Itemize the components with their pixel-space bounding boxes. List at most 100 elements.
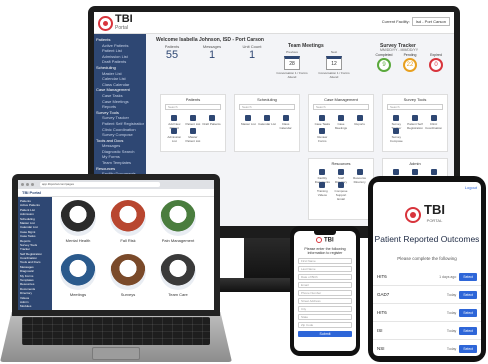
form-field[interactable]: Zip Code [298, 321, 352, 328]
form-field[interactable]: State [298, 313, 352, 320]
panel-shortcut[interactable]: Survey Compose [387, 127, 406, 143]
window-close-icon[interactable] [21, 183, 24, 186]
module-panel: Patients Search Add New PatientPatient Lis… [160, 94, 226, 152]
survey-tracker-item[interactable]: Completed 9 [372, 53, 396, 72]
stat-messages[interactable]: Messages 1 [192, 44, 232, 61]
form-field[interactable]: Email [298, 281, 352, 288]
panel-shortcut[interactable]: Admission List [165, 127, 184, 143]
stat-patients[interactable]: Patients 55 [152, 44, 192, 61]
panel-shortcut[interactable]: Resource Directory [350, 168, 369, 184]
panel-search-input[interactable]: Search [239, 104, 295, 110]
registration-fields: First Name Last Name Date of Birth Email Pho… [294, 257, 356, 328]
shortcut-label: Case Tasks [314, 122, 331, 126]
panel-shortcut[interactable]: Case Meetings [332, 114, 351, 130]
panel-shortcuts: Add New PatientPatient ListDraft Patient… [161, 112, 225, 143]
shortcut-label: Review Forms [317, 135, 328, 143]
panel-shortcut[interactable]: Staff Directory [332, 168, 351, 184]
shortcut-label: Survey Compose [389, 135, 403, 143]
phone-logo: TBI [294, 237, 356, 244]
panel-search-input[interactable]: Search [313, 104, 369, 110]
form-field[interactable]: First Name [298, 257, 352, 264]
panel-shortcut[interactable]: Class Calendar [276, 114, 295, 130]
module-panel: Survey Tools Search Survey TrackerPatient … [382, 94, 448, 152]
module-tile[interactable]: Fall Risk [106, 200, 150, 248]
tracker-label: Completed [375, 53, 393, 57]
survey-row: HIT6 1 days ago Select [373, 268, 481, 286]
shortcut-icon [319, 169, 326, 175]
submit-button[interactable]: Submit [298, 330, 352, 337]
form-field[interactable]: Street Address [298, 297, 352, 304]
survey-name: ISI [377, 328, 383, 333]
module-tile[interactable]: Surveys [106, 254, 150, 302]
window-minimize-icon[interactable] [26, 183, 29, 186]
shortcut-label: Clinic Coordination [425, 122, 443, 130]
form-field[interactable]: Date of Birth [298, 273, 352, 280]
shortcut-icon [208, 115, 215, 121]
survey-list: HIT6 1 days ago Select GAD7 Today Select HIT6 T… [373, 268, 481, 356]
panel-shortcut[interactable]: Training Videos [313, 181, 332, 197]
meeting-caption: Conversation 1 / Forms Attend [276, 71, 308, 79]
laptop-screen: app.tbiportal.com/pages TBI Portal Patie… [18, 180, 214, 310]
select-button[interactable]: Select [459, 290, 477, 299]
survey-tracker-item[interactable]: Expired 0 [424, 53, 448, 72]
panel-shortcut[interactable]: Patient List [184, 114, 203, 127]
shortcut-icon [245, 115, 252, 121]
select-button[interactable]: Select [459, 308, 477, 317]
module-tile[interactable]: Pain Management [156, 200, 200, 248]
panel-shortcut[interactable]: Case Tasks [313, 114, 332, 127]
laptop-sidebar: Patients Active Patients Patient List Admis… [18, 197, 52, 310]
form-field[interactable]: Phone Number [298, 289, 352, 296]
panel-shortcut[interactable]: Clinic Coordination [424, 114, 443, 130]
module-tile[interactable]: Mental Health [56, 200, 100, 248]
panel-shortcut[interactable]: Facility Documents [313, 168, 332, 184]
logo-target-icon [405, 207, 421, 223]
survey-status: 1 days ago [439, 274, 457, 279]
sidebar-item[interactable]: Patient Self Registration [96, 121, 144, 127]
logout-link[interactable]: Logout [465, 185, 477, 190]
survey-name: HIT6 [377, 310, 387, 315]
panel-shortcut[interactable]: Patient Self Registration [406, 114, 425, 130]
tile-illustration-icon [160, 200, 196, 236]
sidebar-item[interactable]: Modules [20, 304, 50, 308]
smartphone: TBI Please enter the following informati… [290, 226, 360, 356]
form-field[interactable]: Last Name [298, 265, 352, 272]
tile-illustration-icon [110, 254, 146, 290]
survey-tracker-item[interactable]: Pending 22 [398, 53, 422, 72]
shortcut-label: Compose Support Email [334, 189, 348, 201]
panel-search-input[interactable]: Search [165, 104, 221, 110]
tile-caption: Surveys [120, 292, 136, 297]
module-tile[interactable]: Team Care [156, 254, 200, 302]
module-panel: Scheduling Search Master List Calendar List… [234, 94, 300, 152]
shortcut-label: Class Calendar [279, 122, 292, 130]
module-tile[interactable]: Meetings [56, 254, 100, 302]
app-logo[interactable]: TBI Portal [98, 13, 146, 32]
shortcut-icon [171, 128, 178, 134]
stat-unit-count[interactable]: Unit Count 1 [232, 44, 272, 61]
window-maximize-icon[interactable] [31, 183, 34, 186]
meeting-next[interactable]: Next 12 Conversation 1 / Forms Attend [314, 50, 354, 79]
panel-shortcut[interactable]: Review Forms [313, 127, 332, 143]
welcome-message: Welcome Isabella Johnson, ISD - Port Car… [156, 37, 264, 43]
panel-shortcut[interactable]: Master List [239, 114, 258, 127]
panel-shortcut[interactable]: Calendar List [258, 114, 277, 127]
shortcut-icon [430, 169, 437, 175]
form-field[interactable]: City [298, 305, 352, 312]
shortcut-icon [337, 115, 344, 121]
select-button[interactable]: Select [459, 272, 477, 281]
stat-value: 1 [248, 49, 256, 61]
panel-shortcut[interactable]: Survey Tracker [387, 114, 406, 130]
address-bar[interactable]: app.tbiportal.com/pages [40, 182, 160, 187]
select-button[interactable]: Select [459, 326, 477, 335]
panel-shortcut[interactable]: Reports [350, 114, 369, 127]
survey-name: HIT6 [377, 274, 387, 279]
select-button[interactable]: Select [459, 344, 477, 353]
meeting-previous[interactable]: Previous 28 Conversation 1 / Forms Atten… [272, 50, 312, 79]
panel-shortcut[interactable]: Master Patient List [184, 127, 203, 143]
survey-status: Today [446, 346, 457, 351]
panel-shortcut[interactable]: Compose Support Email [332, 181, 351, 201]
panel-search-input[interactable]: Search [387, 104, 443, 110]
facility-dropdown[interactable]: Isd - Port Carson [411, 17, 450, 26]
survey-row: HIT6 Today Select [373, 304, 481, 322]
panel-shortcut[interactable]: Add New Patient [165, 114, 184, 130]
panel-shortcut[interactable]: Draft Patients [202, 114, 221, 127]
